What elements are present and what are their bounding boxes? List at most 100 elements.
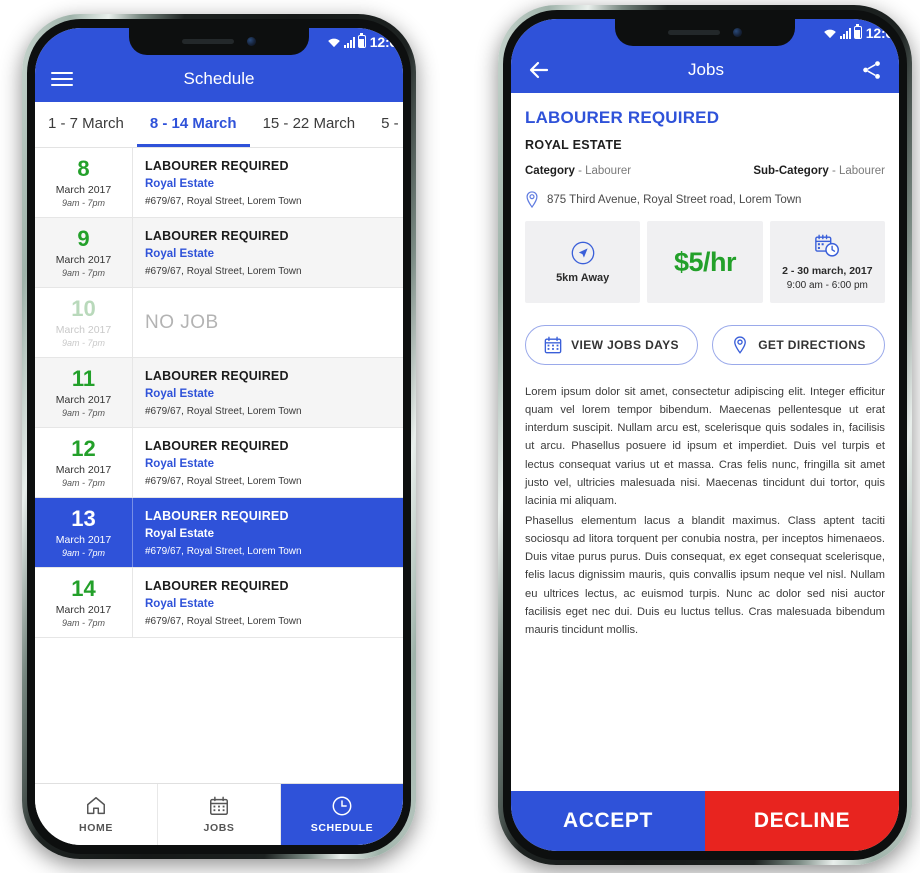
row-day-number: 10 bbox=[71, 296, 96, 322]
row-date-column: 9 March 2017 9am - 7pm bbox=[35, 218, 133, 287]
row-hours: 9am - 7pm bbox=[61, 617, 105, 628]
signal-icon bbox=[343, 37, 355, 48]
schedule-date: 2 - 30 march, 2017 bbox=[782, 265, 873, 277]
row-day-number: 14 bbox=[71, 576, 96, 602]
wifi-icon bbox=[327, 38, 340, 48]
job-description: Lorem ipsum dolor sit amet, consectetur … bbox=[511, 365, 899, 791]
nav-item-jobs[interactable]: JOBS bbox=[158, 784, 281, 845]
row-hours: 9am - 7pm bbox=[61, 407, 105, 418]
row-date-column: 8 March 2017 9am - 7pm bbox=[35, 148, 133, 217]
tab-week-4[interactable]: 5 - 1 bbox=[368, 102, 403, 147]
accept-button[interactable]: ACCEPT bbox=[511, 791, 705, 851]
schedule-row[interactable]: 14 March 2017 9am - 7pm LABOURER REQUIRED Ro… bbox=[35, 568, 403, 638]
wifi-icon bbox=[823, 29, 836, 39]
row-hours: 9am - 7pm bbox=[61, 197, 105, 208]
row-company: Royal Estate bbox=[145, 527, 215, 540]
row-address: #679/67, Royal Street, Lorem Town bbox=[145, 405, 302, 417]
row-month-year: March 2017 bbox=[55, 253, 112, 266]
battery-icon bbox=[853, 24, 862, 39]
distance-label: 5km Away bbox=[556, 272, 610, 284]
distance-card: 5km Away bbox=[525, 221, 641, 303]
row-address: #679/67, Royal Street, Lorem Town bbox=[145, 615, 302, 627]
rate-card: $5/hr bbox=[647, 221, 763, 303]
status-icons-right bbox=[823, 24, 862, 39]
info-cards: 5km Away $5/hr 2 - 30 march, 2017 9:00 a… bbox=[511, 221, 899, 303]
get-directions-button[interactable]: GET DIRECTIONS bbox=[712, 325, 885, 365]
row-month-year: March 2017 bbox=[55, 603, 112, 616]
job-header: LABOURER REQUIRED ROYAL ESTATE Category … bbox=[511, 93, 899, 208]
category-value: - Labourer bbox=[578, 165, 632, 177]
hamburger-menu-icon[interactable] bbox=[51, 71, 73, 86]
subcategory-value: - Labourer bbox=[831, 165, 885, 177]
calendar-icon bbox=[210, 796, 228, 815]
row-company: Royal Estate bbox=[145, 387, 215, 400]
row-address: #679/67, Royal Street, Lorem Town bbox=[145, 195, 302, 207]
notch-left bbox=[129, 28, 309, 55]
row-info-column: NO JOB bbox=[133, 288, 403, 357]
description-paragraph: Phasellus elementum lacus a blandit maxi… bbox=[525, 514, 885, 636]
job-title: LABOURER REQUIRED bbox=[525, 108, 720, 127]
schedule-row[interactable]: 8 March 2017 9am - 7pm LABOURER REQUIRED Roy… bbox=[35, 148, 403, 218]
view-jobs-days-button[interactable]: VIEW JOBS DAYS bbox=[525, 325, 698, 365]
row-day-number: 11 bbox=[71, 366, 96, 392]
nav-item-label: HOME bbox=[79, 822, 113, 834]
decline-button[interactable]: DECLINE bbox=[705, 791, 899, 851]
row-day-number: 9 bbox=[77, 226, 90, 252]
schedule-card: 2 - 30 march, 2017 9:00 am - 6:00 pm bbox=[769, 221, 885, 303]
share-icon[interactable] bbox=[861, 59, 883, 81]
row-info-column: LABOURER REQUIRED Royal Estate #679/67, Ro… bbox=[133, 148, 403, 217]
row-date-column: 14 March 2017 9am - 7pm bbox=[35, 568, 133, 637]
tab-week-1[interactable]: 1 - 7 March bbox=[35, 102, 137, 147]
row-no-job-label: NO JOB bbox=[145, 311, 219, 333]
clock-icon bbox=[332, 796, 352, 816]
job-detail: LABOURER REQUIRED ROYAL ESTATE Category … bbox=[511, 93, 899, 791]
nav-item-home[interactable]: HOME bbox=[35, 784, 158, 845]
status-time: 12:6 bbox=[369, 33, 397, 50]
category-label: Category bbox=[525, 165, 575, 177]
row-address: #679/67, Royal Street, Lorem Town bbox=[145, 265, 302, 277]
action-buttons: VIEW JOBS DAYS GET DIRECTIONS bbox=[511, 303, 899, 365]
schedule-row[interactable]: 11 March 2017 9am - 7pm LABOURER REQUIRED Ro… bbox=[35, 358, 403, 428]
description-paragraph: Lorem ipsum dolor sit amet, consectetur … bbox=[525, 386, 885, 507]
front-camera bbox=[247, 37, 256, 46]
row-month-year: March 2017 bbox=[55, 323, 112, 336]
rate-value: $5/hr bbox=[673, 246, 737, 277]
tab-week-2[interactable]: 8 - 14 March bbox=[136, 102, 250, 147]
location-pin-icon bbox=[526, 191, 538, 208]
app-bar-left: Schedule bbox=[35, 55, 403, 102]
row-day-number: 12 bbox=[71, 436, 96, 462]
row-hours: 9am - 7pm bbox=[61, 267, 105, 278]
job-address: 875 Third Avenue, Royal Street road, Lor… bbox=[525, 191, 885, 208]
screenshot-stage: 12:6 Schedule 1 - 7 March 8 - 14 March 15 … bbox=[0, 0, 920, 873]
row-hours: 9am - 7pm bbox=[61, 547, 105, 558]
view-jobs-days-label: VIEW JOBS DAYS bbox=[571, 338, 679, 352]
schedule-list: 8 March 2017 9am - 7pm LABOURER REQUIRED Roy… bbox=[35, 148, 403, 783]
home-icon bbox=[87, 797, 105, 815]
row-job-title: LABOURER REQUIRED bbox=[145, 228, 289, 243]
calendar-clock-icon bbox=[815, 234, 840, 257]
back-arrow-icon[interactable] bbox=[527, 58, 551, 82]
row-address: #679/67, Royal Street, Lorem Town bbox=[145, 545, 302, 557]
row-day-number: 8 bbox=[77, 156, 90, 182]
front-camera bbox=[733, 28, 742, 37]
get-directions-label: GET DIRECTIONS bbox=[758, 338, 866, 352]
schedule-row[interactable]: 12 March 2017 9am - 7pm LABOURER REQUIRED Ro… bbox=[35, 428, 403, 498]
job-address-text: 875 Third Avenue, Royal Street road, Lor… bbox=[547, 193, 802, 206]
schedule-row[interactable]: 13 March 2017 9am - 7pm LABOURER REQUIRED Ro… bbox=[35, 498, 403, 568]
page-title: Schedule bbox=[183, 68, 255, 88]
row-address: #679/67, Royal Street, Lorem Town bbox=[145, 475, 302, 487]
schedule-row[interactable]: 10 March 2017 9am - 7pm NO JOB bbox=[35, 288, 403, 358]
phone-right-screen: 12:6 Jobs LABOURER REQUIRED ROYAL ESTATE… bbox=[511, 19, 899, 851]
subcategory-cell: Sub-Category - Labourer bbox=[705, 165, 885, 177]
page-title: Jobs bbox=[688, 59, 724, 79]
schedule-row[interactable]: 9 March 2017 9am - 7pm LABOURER REQUIRED Roy… bbox=[35, 218, 403, 288]
status-time: 12:6 bbox=[865, 24, 893, 41]
row-job-title: LABOURER REQUIRED bbox=[145, 578, 289, 593]
tab-week-3[interactable]: 15 - 22 March bbox=[250, 102, 369, 147]
job-company: ROYAL ESTATE bbox=[525, 138, 622, 152]
category-cell: Category - Labourer bbox=[525, 165, 705, 177]
row-hours: 9am - 7pm bbox=[61, 477, 105, 488]
row-info-column: LABOURER REQUIRED Royal Estate #679/67, Ro… bbox=[133, 358, 403, 427]
nav-item-schedule[interactable]: SCHEDULE bbox=[281, 784, 403, 845]
row-company: Royal Estate bbox=[145, 247, 215, 260]
